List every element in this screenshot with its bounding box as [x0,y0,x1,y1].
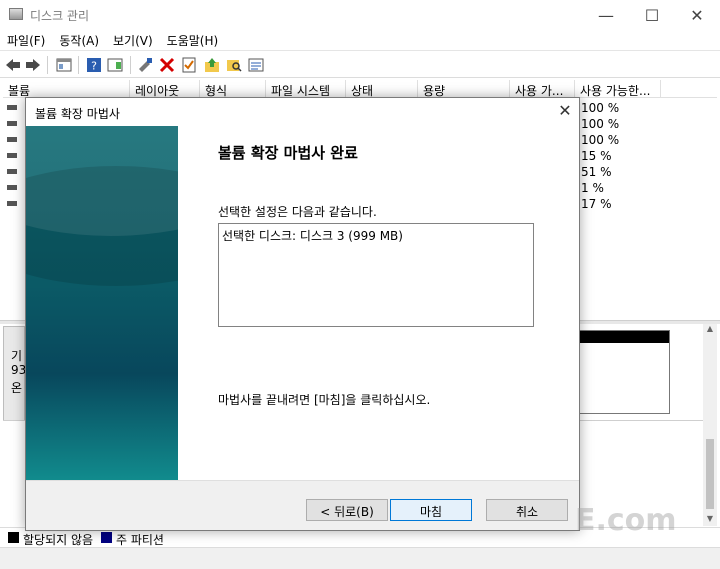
wizard-titlebar: 볼륨 확장 마법사 ✕ [26,98,579,126]
volume-percent-free: 51 % [581,165,612,179]
column-header-status[interactable]: 상태 [346,80,418,98]
minimize-button[interactable]: — [583,0,629,30]
back-arrow-icon[interactable] [5,57,21,73]
watermark: E.com [575,503,677,538]
scrollbar-thumb[interactable] [706,439,714,509]
wizard-body: 볼륨 확장 마법사 완료 선택한 설정은 다음과 같습니다. 선택한 디스크: … [26,126,579,480]
disk-label-line: 기 [11,349,23,363]
partition-block[interactable] [578,330,670,414]
selected-disk-summary: 선택한 디스크: 디스크 3 (999 MB) [222,229,403,243]
forward-arrow-icon[interactable] [25,57,41,73]
menu-action[interactable]: 동작(A) [52,30,106,50]
console-tree-icon[interactable] [56,57,72,73]
volume-icon [7,169,17,174]
disk-label-line: 93 [11,363,27,377]
close-window-button[interactable]: ✕ [674,0,720,30]
connect-disk-icon[interactable] [137,57,153,73]
column-header-capacity[interactable]: 용량 [418,80,510,98]
partition-header-bar [579,331,669,343]
folder-up-icon[interactable] [204,57,220,73]
help-icon[interactable]: ? [86,57,102,73]
wizard-side-banner [26,126,178,480]
disk-label-line: 온 [11,381,23,395]
column-header-percent-free[interactable]: 사용 가능한... [575,80,661,98]
toolbar-separator [78,56,79,74]
volume-percent-free: 1 % [581,181,604,195]
volume-icon [7,201,17,206]
disk-label-panel[interactable]: 기 93 온 [3,326,27,421]
volume-list-header: 볼륨 레이아웃 형식 파일 시스템 상태 용량 사용 가... 사용 가능한..… [3,80,717,98]
toolbar: ? [0,50,720,78]
column-header-file-system[interactable]: 파일 시스템 [266,80,346,98]
volume-icon [7,137,17,142]
volume-percent-free: 17 % [581,197,612,211]
wizard-heading: 볼륨 확장 마법사 완료 [218,144,358,162]
svg-text:?: ? [91,60,97,73]
volume-percent-free: 100 % [581,117,620,131]
volume-percent-free: 100 % [581,133,620,147]
menu-help[interactable]: 도움말(H) [160,30,226,50]
wizard-finish-instruction: 마법사를 끝내려면 [마침]을 클릭하십시오. [218,393,431,407]
column-header-type[interactable]: 형식 [200,80,266,98]
delete-icon[interactable] [159,57,175,73]
scroll-up-icon[interactable]: ▲ [703,324,717,336]
properties-view-icon[interactable] [107,57,123,73]
column-header-layout[interactable]: 레이아웃 [130,80,200,98]
menu-bar: 파일(F) 동작(A) 보기(V) 도움말(H) [0,30,720,50]
volume-percent-free: 100 % [581,101,620,115]
volume-icon [7,121,17,126]
extend-volume-wizard-dialog: 볼륨 확장 마법사 ✕ 볼륨 확장 마법사 완료 선택한 설정은 다음과 같습니… [25,97,580,531]
toolbar-separator [130,56,131,74]
scroll-down-icon[interactable]: ▼ [703,514,717,526]
menu-file[interactable]: 파일(F) [0,30,52,50]
window-titlebar: 디스크 관리 — ☐ ✕ [0,0,720,30]
wizard-close-button[interactable]: ✕ [553,101,577,123]
wizard-button-bar: < 뒤로(B) 마침 취소 [26,480,579,530]
column-header-volume[interactable]: 볼륨 [3,80,130,98]
column-header-free-space[interactable]: 사용 가... [510,80,575,98]
banner-swoosh-graphic [26,166,178,286]
status-bar [0,547,720,569]
wizard-title: 볼륨 확장 마법사 [35,107,120,121]
finish-button[interactable]: 마침 [390,499,472,521]
menu-view[interactable]: 보기(V) [106,30,160,50]
volume-icon [7,185,17,190]
volume-icon [7,153,17,158]
toolbar-separator [47,56,48,74]
legend-label-primary: 주 파티션 [116,533,164,547]
disk-management-app-icon [9,8,23,20]
watermark-text: E.com [575,503,677,538]
volume-percent-free: 15 % [581,149,612,163]
legend-label-unallocated: 할당되지 않음 [23,533,94,547]
legend-swatch-primary [101,532,112,543]
window-title: 디스크 관리 [30,9,90,23]
cancel-button[interactable]: 취소 [486,499,568,521]
maximize-button[interactable]: ☐ [629,0,675,30]
graphical-view-scrollbar[interactable]: ▲ ▼ [703,324,717,526]
volume-icon [7,105,17,110]
wizard-intro-text: 선택한 설정은 다음과 같습니다. [218,205,377,219]
back-button[interactable]: < 뒤로(B) [306,499,388,521]
settings-summary-box[interactable]: 선택한 디스크: 디스크 3 (999 MB) [218,223,534,327]
legend-swatch-unallocated [8,532,19,543]
folder-search-icon[interactable] [226,57,242,73]
list-view-icon[interactable] [248,57,264,73]
checklist-icon[interactable] [181,57,197,73]
